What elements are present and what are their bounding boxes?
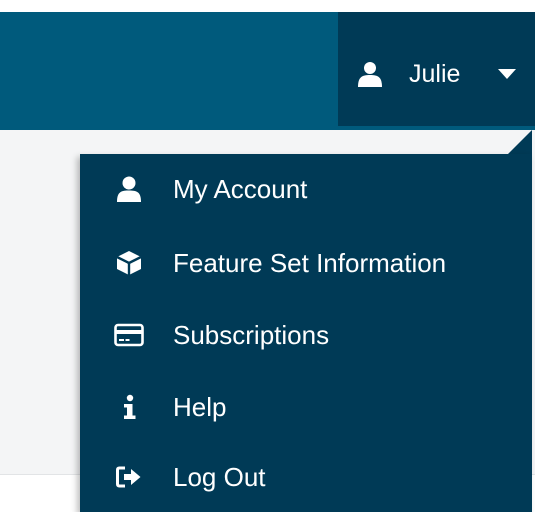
user-dropdown-menu: My Account Feature Set Information Subsc… xyxy=(80,154,532,512)
menu-item-label: My Account xyxy=(173,174,308,204)
menu-item-log-out[interactable]: Log Out xyxy=(80,442,532,512)
menu-item-feature-set-information[interactable]: Feature Set Information xyxy=(80,228,532,298)
credit-card-icon xyxy=(114,322,144,348)
menu-item-label: Subscriptions xyxy=(173,320,330,350)
cube-icon xyxy=(116,250,142,276)
dropdown-pointer xyxy=(508,130,532,154)
menu-item-help[interactable]: Help xyxy=(80,372,532,442)
info-icon xyxy=(116,394,142,420)
menu-item-label: Feature Set Information xyxy=(173,248,447,278)
user-menu-toggle[interactable]: Julie xyxy=(338,12,535,126)
user-name: Julie xyxy=(409,60,461,88)
menu-item-my-account[interactable]: My Account xyxy=(80,154,532,224)
menu-item-subscriptions[interactable]: Subscriptions xyxy=(80,300,532,370)
caret-down-icon xyxy=(498,69,516,79)
sign-out-icon xyxy=(116,464,142,490)
user-icon xyxy=(358,61,382,87)
user-icon xyxy=(116,176,142,202)
menu-item-label: Log Out xyxy=(173,462,266,492)
menu-item-label: Help xyxy=(173,392,227,422)
